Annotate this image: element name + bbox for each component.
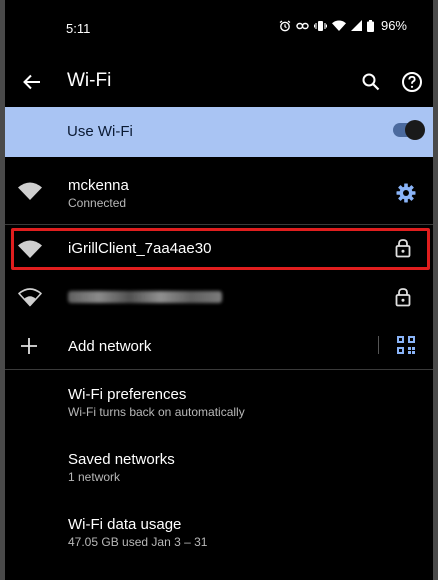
network-status: Connected xyxy=(68,196,127,210)
vertical-separator xyxy=(378,336,379,354)
qr-code-icon[interactable] xyxy=(397,336,415,354)
obscured-network-name xyxy=(68,291,222,303)
status-bar: 5:11 96% xyxy=(5,0,433,58)
gear-icon[interactable] xyxy=(395,182,417,204)
network-row-obscured[interactable] xyxy=(5,277,433,319)
wifi-full-icon xyxy=(18,182,42,200)
use-wifi-toggle[interactable] xyxy=(393,120,425,140)
use-wifi-label: Use Wi-Fi xyxy=(67,123,133,140)
battery-percent: 96% xyxy=(380,18,407,33)
menu-item-saved-networks[interactable]: Saved networks 1 network xyxy=(5,440,433,500)
help-icon[interactable] xyxy=(400,70,424,94)
status-icons: 96% xyxy=(279,18,407,33)
network-row-mckenna[interactable]: mckenna Connected xyxy=(5,167,433,217)
menu-item-title: Saved networks xyxy=(68,451,175,468)
menu-item-wifi-preferences[interactable]: Wi-Fi preferences Wi-Fi turns back on au… xyxy=(5,375,433,435)
highlight-box xyxy=(11,228,430,270)
use-wifi-bar[interactable]: Use Wi-Fi xyxy=(5,107,433,157)
back-arrow-icon[interactable] xyxy=(20,70,44,94)
app-bar: Wi-Fi xyxy=(5,58,433,106)
search-icon[interactable] xyxy=(359,70,383,94)
toggle-knob xyxy=(405,120,425,140)
link-icon xyxy=(296,22,309,29)
divider xyxy=(5,369,433,370)
page-title: Wi-Fi xyxy=(67,70,112,91)
network-name: mckenna xyxy=(68,177,129,194)
add-network-row[interactable]: Add network xyxy=(5,324,433,368)
add-icon xyxy=(21,338,37,354)
menu-item-subtitle: 47.05 GB used Jan 3 – 31 xyxy=(68,535,208,549)
menu-item-wifi-data-usage[interactable]: Wi-Fi data usage 47.05 GB used Jan 3 – 3… xyxy=(5,505,433,565)
battery-icon xyxy=(366,19,374,32)
phone-screen: 5:11 96% Wi-Fi Use Wi-Fi mckenna Connect… xyxy=(5,0,433,580)
menu-item-subtitle: 1 network xyxy=(68,470,121,484)
wifi-signal-icon xyxy=(331,20,346,31)
vibrate-icon xyxy=(313,20,327,31)
divider xyxy=(5,224,433,225)
alarm-icon xyxy=(279,20,291,31)
menu-item-subtitle: Wi-Fi turns back on automatically xyxy=(68,405,245,419)
cell-signal-icon xyxy=(350,20,362,31)
menu-item-title: Wi-Fi preferences xyxy=(68,386,187,403)
wifi-partial-icon xyxy=(18,288,42,307)
menu-item-title: Wi-Fi data usage xyxy=(68,516,182,533)
add-network-label: Add network xyxy=(68,338,152,355)
lock-icon xyxy=(395,288,411,307)
status-time: 5:11 xyxy=(66,21,91,36)
